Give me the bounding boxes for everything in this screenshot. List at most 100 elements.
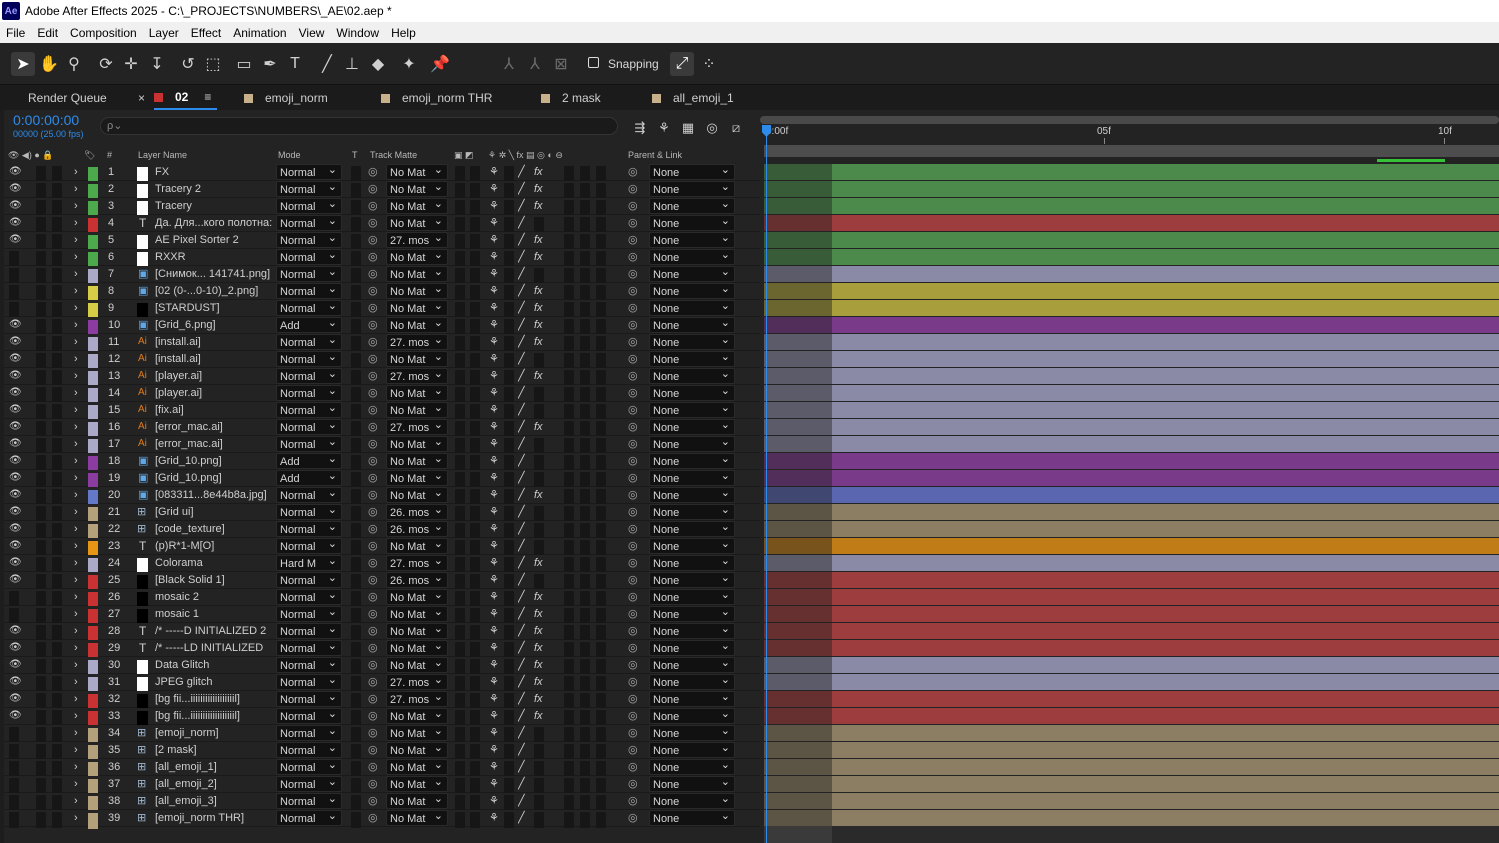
- adjustment-toggle[interactable]: [596, 200, 606, 216]
- collapse-toggle[interactable]: [504, 778, 514, 794]
- work-area-bar[interactable]: [764, 145, 1499, 157]
- shy-layer-icon[interactable]: ⚘: [489, 674, 499, 690]
- effects-toggle[interactable]: [534, 744, 544, 760]
- quality-icon[interactable]: ╱: [518, 589, 525, 605]
- effects-fx-icon[interactable]: fx: [534, 657, 543, 673]
- effects-fx-icon[interactable]: fx: [534, 317, 543, 333]
- adjustment-toggle[interactable]: [596, 557, 606, 573]
- lock-toggle[interactable]: [52, 642, 62, 658]
- effects-fx-icon[interactable]: fx: [534, 555, 543, 571]
- track-matte-dropdown[interactable]: No Mat: [386, 759, 448, 775]
- preserve-transparency-toggle[interactable]: [351, 744, 361, 760]
- layer-bar[interactable]: [764, 232, 1499, 248]
- matte-alpha-toggle[interactable]: [455, 795, 465, 811]
- blend-mode-dropdown[interactable]: Normal: [276, 538, 342, 554]
- blend-mode-dropdown[interactable]: Normal: [276, 181, 342, 197]
- parent-dropdown[interactable]: None: [649, 776, 735, 792]
- solo-toggle[interactable]: [36, 472, 46, 488]
- matte-alpha-toggle[interactable]: [455, 676, 465, 692]
- blend-mode-dropdown[interactable]: Normal: [276, 232, 342, 248]
- expand-chevron-icon[interactable]: ›: [74, 453, 78, 469]
- lock-toggle[interactable]: [52, 795, 62, 811]
- matte-pickwhip-icon[interactable]: ◎: [368, 708, 378, 724]
- layer-row[interactable]: › 37 ⊞ [all_emoji_2]Normal ◎ No Mat ⚘ ╱ ◎ None: [4, 776, 760, 795]
- adjustment-toggle[interactable]: [596, 591, 606, 607]
- layer-row[interactable]: 👁 › 14 Ai [player.ai]Normal ◎ No Mat ⚘ ╱ ◎ None: [4, 385, 760, 404]
- adjustment-toggle[interactable]: [596, 710, 606, 726]
- expand-chevron-icon[interactable]: ›: [74, 215, 78, 231]
- parent-pickwhip-icon[interactable]: ◎: [628, 419, 638, 435]
- graph-editor-icon[interactable]: ⧄: [724, 116, 748, 140]
- parent-pickwhip-icon[interactable]: ◎: [628, 793, 638, 809]
- layer-name[interactable]: /* -----D INITIALIZED 2: [155, 623, 273, 639]
- matte-pickwhip-icon[interactable]: ◎: [368, 351, 378, 367]
- parent-pickwhip-icon[interactable]: ◎: [628, 249, 638, 265]
- solo-toggle[interactable]: [36, 489, 46, 505]
- lock-toggle[interactable]: [52, 659, 62, 675]
- effects-fx-icon[interactable]: fx: [534, 368, 543, 384]
- shy-layer-icon[interactable]: ⚘: [489, 232, 499, 248]
- motion-blur-toggle[interactable]: [580, 421, 590, 437]
- expand-chevron-icon[interactable]: ›: [74, 776, 78, 792]
- quality-icon[interactable]: ╱: [518, 232, 525, 248]
- matte-invert-toggle[interactable]: [470, 336, 480, 352]
- matte-invert-toggle[interactable]: [470, 727, 480, 743]
- preserve-transparency-toggle[interactable]: [351, 591, 361, 607]
- frame-blend-toggle[interactable]: [564, 251, 574, 267]
- matte-invert-toggle[interactable]: [470, 659, 480, 675]
- effects-fx-icon[interactable]: fx: [534, 300, 543, 316]
- quality-icon[interactable]: ╱: [518, 249, 525, 265]
- collapse-toggle[interactable]: [504, 812, 514, 828]
- matte-pickwhip-icon[interactable]: ◎: [368, 385, 378, 401]
- layer-bar[interactable]: [764, 538, 1499, 554]
- quality-icon[interactable]: ╱: [518, 623, 525, 639]
- motion-blur-toggle[interactable]: [580, 285, 590, 301]
- track-matte-dropdown[interactable]: No Mat: [386, 742, 448, 758]
- matte-alpha-toggle[interactable]: [455, 455, 465, 471]
- lock-toggle[interactable]: [52, 676, 62, 692]
- shy-layer-icon[interactable]: ⚘: [489, 657, 499, 673]
- expand-chevron-icon[interactable]: ›: [74, 759, 78, 775]
- blend-mode-dropdown[interactable]: Normal: [276, 606, 342, 622]
- layer-row[interactable]: 👁 › 19 ▣ [Grid_10.png]Add ◎ No Mat ⚘ ╱ ◎ None: [4, 470, 760, 489]
- layer-row[interactable]: 👁 › 13 Ai [player.ai]Normal ◎ 27. mos ⚘ ╱ fx ◎ None: [4, 368, 760, 387]
- roto-brush-tool-icon[interactable]: ✦: [397, 52, 421, 76]
- effects-toggle[interactable]: [534, 778, 544, 794]
- quality-icon[interactable]: ╱: [518, 521, 525, 537]
- effects-toggle[interactable]: [534, 727, 544, 743]
- motion-blur-toggle[interactable]: [580, 795, 590, 811]
- parent-dropdown[interactable]: None: [649, 436, 735, 452]
- layer-row[interactable]: 👁 › 16 Ai [error_mac.ai]Normal ◎ 27. mos ⚘ ╱ fx ◎ N…: [4, 419, 760, 438]
- matte-pickwhip-icon[interactable]: ◎: [368, 198, 378, 214]
- blend-mode-dropdown[interactable]: Normal: [276, 708, 342, 724]
- quality-icon[interactable]: ╱: [518, 810, 525, 826]
- track-matte-dropdown[interactable]: No Mat: [386, 538, 448, 554]
- layer-bar[interactable]: [764, 249, 1499, 265]
- preserve-transparency-toggle[interactable]: [351, 557, 361, 573]
- parent-dropdown[interactable]: None: [649, 300, 735, 316]
- layer-name[interactable]: [Снимок... 141741.png]: [155, 266, 273, 282]
- current-timecode[interactable]: 0:00:00:00: [13, 112, 79, 128]
- shy-layer-icon[interactable]: ⚘: [489, 300, 499, 316]
- layer-bar[interactable]: [764, 181, 1499, 197]
- blend-mode-dropdown[interactable]: Normal: [276, 385, 342, 401]
- motion-blur-toggle[interactable]: [580, 217, 590, 233]
- frame-blend-toggle[interactable]: [564, 421, 574, 437]
- effects-toggle[interactable]: [534, 523, 544, 539]
- matte-alpha-toggle[interactable]: [455, 778, 465, 794]
- matte-alpha-toggle[interactable]: [455, 591, 465, 607]
- visibility-eye-icon[interactable]: 👁: [9, 436, 22, 452]
- parent-dropdown[interactable]: None: [649, 181, 735, 197]
- expand-chevron-icon[interactable]: ›: [74, 334, 78, 350]
- preserve-transparency-toggle[interactable]: [351, 268, 361, 284]
- layer-row[interactable]: 👁 › 31 JPEG glitchNormal ◎ 27. mos ⚘ ╱ fx ◎ None: [4, 674, 760, 693]
- lock-toggle[interactable]: [52, 778, 62, 794]
- parent-dropdown[interactable]: None: [649, 317, 735, 333]
- matte-pickwhip-icon[interactable]: ◎: [368, 266, 378, 282]
- effects-fx-icon[interactable]: fx: [534, 181, 543, 197]
- blend-mode-dropdown[interactable]: Normal: [276, 793, 342, 809]
- effects-fx-icon[interactable]: fx: [534, 249, 543, 265]
- track-matte-dropdown[interactable]: No Mat: [386, 725, 448, 741]
- layer-name[interactable]: [player.ai]: [155, 368, 273, 384]
- matte-pickwhip-icon[interactable]: ◎: [368, 232, 378, 248]
